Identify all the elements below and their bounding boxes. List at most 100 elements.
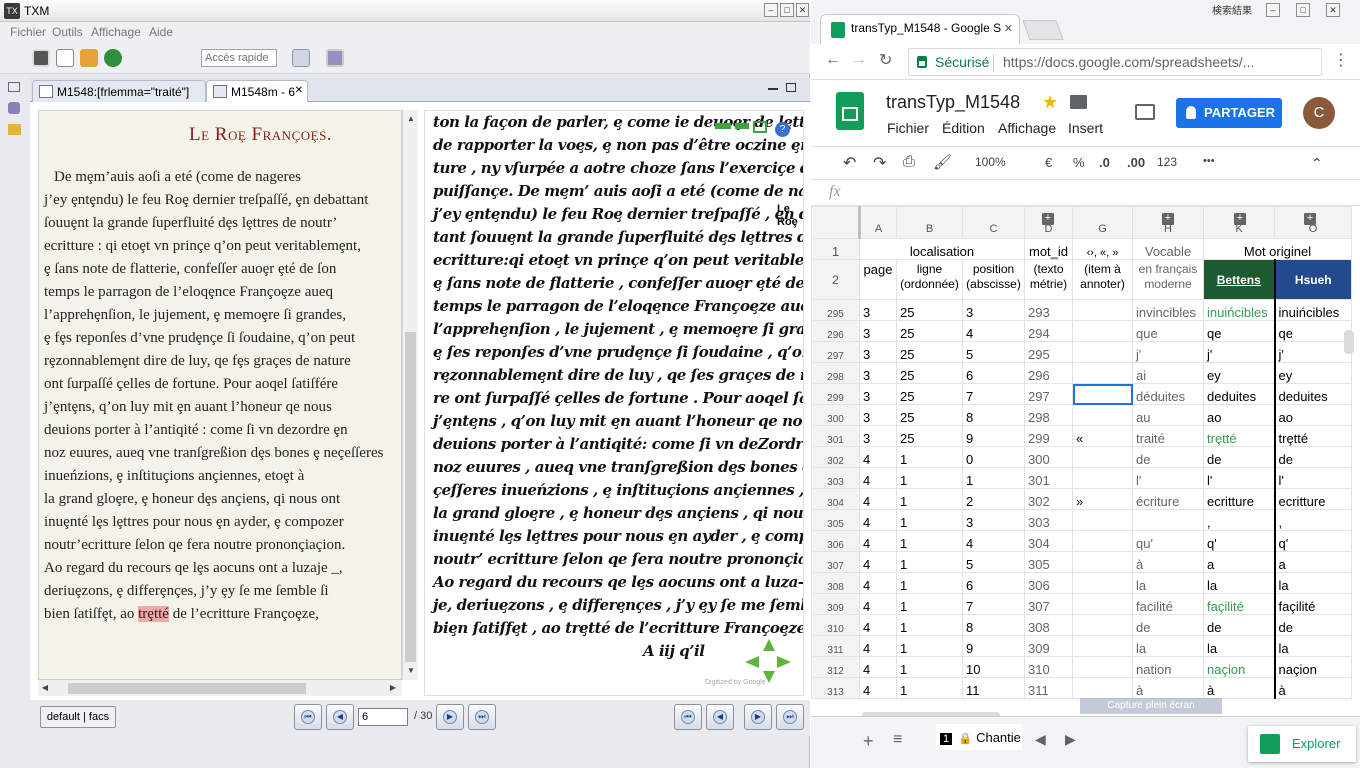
cell-hsueh[interactable]: q' bbox=[1274, 530, 1352, 552]
cell-page[interactable]: 4 bbox=[859, 677, 897, 699]
maximize-view-icon[interactable] bbox=[786, 83, 796, 92]
new-tab-button[interactable] bbox=[1022, 20, 1064, 40]
table-row[interactable]: 311 4 1 9 309 la la la bbox=[811, 635, 1352, 657]
cell-quote[interactable] bbox=[1072, 614, 1133, 636]
cell-mot-id[interactable]: 311 bbox=[1024, 677, 1073, 699]
facs-previous-button[interactable]: ◀ bbox=[706, 704, 734, 730]
textometrie-header[interactable]: (texto métrie) bbox=[1024, 259, 1073, 300]
reload-icon[interactable]: ↻ bbox=[879, 50, 892, 70]
row-header[interactable]: 1 bbox=[811, 238, 860, 260]
add-sheet-icon[interactable]: + bbox=[863, 731, 874, 752]
redo-icon[interactable]: ↷ bbox=[873, 153, 886, 173]
table-row[interactable]: 297 3 25 5 295 j' j' j' bbox=[811, 341, 1352, 363]
cell-bettens[interactable]: l' bbox=[1203, 467, 1276, 489]
cell-page[interactable]: 4 bbox=[859, 614, 897, 636]
back-icon[interactable]: ← bbox=[825, 51, 841, 69]
cell-page[interactable]: 3 bbox=[859, 341, 897, 363]
hsueh-header[interactable]: Hsueh bbox=[1274, 259, 1352, 300]
cell-vocable[interactable] bbox=[1132, 509, 1204, 531]
menu-fichier[interactable]: Fichier bbox=[887, 120, 929, 136]
decrease-decimal-button[interactable]: .0 bbox=[1099, 155, 1110, 170]
scroll-tabs-left-icon[interactable]: ◀ bbox=[1035, 731, 1046, 748]
table-row[interactable]: 298 3 25 6 296 ai ey ey bbox=[811, 362, 1352, 384]
cell-mot-id[interactable]: 300 bbox=[1024, 446, 1073, 468]
cell-bettens[interactable]: q' bbox=[1203, 530, 1276, 552]
cell-page[interactable]: 4 bbox=[859, 530, 897, 552]
cell-ligne[interactable]: 25 bbox=[896, 362, 963, 384]
cell-vocable[interactable]: invincibles bbox=[1132, 299, 1204, 321]
cell-quote[interactable] bbox=[1072, 572, 1133, 594]
cell-hsueh[interactable]: façilité bbox=[1274, 593, 1352, 615]
cell-hsueh[interactable]: l' bbox=[1274, 467, 1352, 489]
menu-edition[interactable]: Édition bbox=[942, 120, 985, 136]
table-row[interactable]: 299 3 25 7 297 déduites deduites deduites bbox=[811, 383, 1352, 405]
cell-quote[interactable] bbox=[1072, 530, 1133, 552]
cell-ligne[interactable]: 25 bbox=[896, 404, 963, 426]
scroll-left-icon[interactable]: ◀ bbox=[38, 681, 52, 695]
expand-group-icon[interactable]: + bbox=[1234, 213, 1246, 225]
cell-hsueh[interactable]: a bbox=[1274, 551, 1352, 573]
cell-position[interactable]: 5 bbox=[962, 551, 1025, 573]
tab-concordance[interactable]: M1548:[frlemma="traité"] bbox=[32, 80, 206, 102]
cell-position[interactable]: 5 bbox=[962, 341, 1025, 363]
cell-ligne[interactable]: 1 bbox=[896, 509, 963, 531]
cell-vocable[interactable]: de bbox=[1132, 446, 1204, 468]
row-header[interactable]: 296 bbox=[811, 320, 860, 342]
cell-vocable[interactable]: déduites bbox=[1132, 383, 1204, 405]
avatar[interactable]: C bbox=[1303, 97, 1335, 129]
row-header[interactable]: 305 bbox=[811, 509, 860, 531]
minimize-button[interactable]: – bbox=[764, 3, 778, 17]
cell-hsueh[interactable]: deduites bbox=[1274, 383, 1352, 405]
cell-mot-id[interactable]: 298 bbox=[1024, 404, 1073, 426]
cell-ligne[interactable]: 1 bbox=[896, 530, 963, 552]
restore-icon[interactable] bbox=[8, 82, 20, 92]
zoom-select[interactable]: 100% bbox=[975, 155, 1006, 169]
all-sheets-icon[interactable]: ≡ bbox=[893, 731, 902, 749]
cell-ligne[interactable]: 25 bbox=[896, 320, 963, 342]
cell-page[interactable]: 3 bbox=[859, 425, 897, 447]
folder-icon[interactable] bbox=[1070, 95, 1087, 109]
edition-select-button[interactable]: default | facs bbox=[40, 706, 116, 728]
cell-vocable[interactable]: à bbox=[1132, 551, 1204, 573]
ligne-header[interactable]: ligne (ordonnée) bbox=[896, 259, 963, 300]
cell-vocable[interactable]: la bbox=[1132, 635, 1204, 657]
table-row[interactable]: 301 3 25 9 299 «traité trȩtté trȩtté bbox=[811, 425, 1352, 447]
menu-aide[interactable]: Aide bbox=[149, 25, 173, 39]
cell-vocable[interactable]: à bbox=[1132, 677, 1204, 699]
cell-quote[interactable] bbox=[1072, 446, 1133, 468]
share-button[interactable]: PARTAGER bbox=[1176, 98, 1282, 128]
minimize-view-icon[interactable] bbox=[768, 88, 778, 90]
row-header[interactable]: 306 bbox=[811, 530, 860, 552]
cell-page[interactable]: 4 bbox=[859, 572, 897, 594]
cell-position[interactable]: 0 bbox=[962, 446, 1025, 468]
run-icon[interactable] bbox=[104, 49, 122, 67]
row-header[interactable]: 311 bbox=[811, 635, 860, 657]
cell-hsueh[interactable]: ecritture bbox=[1274, 488, 1352, 510]
tab-edition[interactable]: M1548m - 6 ✕ bbox=[206, 80, 308, 102]
cell-page[interactable]: 4 bbox=[859, 656, 897, 678]
table-row[interactable]: 307 4 1 5 305 à a a bbox=[811, 551, 1352, 573]
cell-vocable[interactable]: ai bbox=[1132, 362, 1204, 384]
pan-up-icon[interactable] bbox=[763, 639, 775, 651]
paint-format-icon[interactable]: 🖌 bbox=[933, 153, 952, 171]
txm-view-icon[interactable] bbox=[8, 102, 20, 114]
cell-vocable[interactable]: au bbox=[1132, 404, 1204, 426]
col-header-g[interactable]: G bbox=[1072, 206, 1133, 239]
cell-mot-id[interactable]: 304 bbox=[1024, 530, 1073, 552]
browser-tab[interactable]: transTyp_M1548 - Google S ✕ bbox=[820, 14, 1020, 44]
highlighted-word[interactable]: trȩtté bbox=[138, 606, 169, 622]
maximize-button[interactable]: □ bbox=[780, 3, 794, 17]
cell-position[interactable]: 6 bbox=[962, 362, 1025, 384]
cell-mot-id[interactable]: 293 bbox=[1024, 299, 1073, 321]
bettens-header[interactable]: Bettens bbox=[1203, 259, 1276, 300]
cell-bettens[interactable]: ao bbox=[1203, 404, 1276, 426]
cell-quote[interactable] bbox=[1072, 656, 1133, 678]
cell-page[interactable]: 4 bbox=[859, 509, 897, 531]
chrome-menu-icon[interactable]: ⋮ bbox=[1333, 50, 1349, 70]
cell-hsueh[interactable]: qe bbox=[1274, 320, 1352, 342]
cell-bettens[interactable]: inuińcibles bbox=[1203, 299, 1276, 321]
row-header[interactable]: 300 bbox=[811, 404, 860, 426]
cell-mot-id[interactable]: 309 bbox=[1024, 635, 1073, 657]
menu-affichage[interactable]: Affichage bbox=[998, 120, 1056, 136]
item-header[interactable]: (item à annoter) bbox=[1072, 259, 1133, 300]
